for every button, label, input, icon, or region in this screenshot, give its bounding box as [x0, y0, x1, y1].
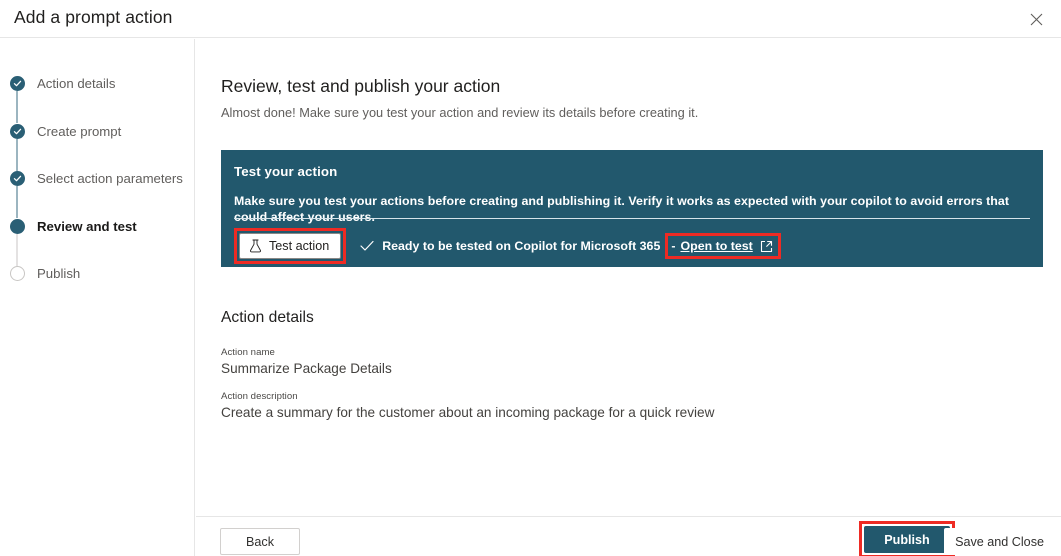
stepper-sidebar: Action details Create prompt: [0, 39, 195, 556]
page-title: Add a prompt action: [14, 7, 173, 28]
step-marker: [8, 123, 26, 139]
action-description-field: Action description Create a summary for …: [221, 391, 714, 420]
flask-icon: [249, 239, 262, 253]
step-pending-icon: [10, 266, 25, 281]
sidebar-item-label: Action details: [37, 75, 115, 92]
stepper-list: Action details Create prompt: [8, 75, 195, 313]
sidebar-item-label: Select action parameters: [37, 170, 183, 187]
action-name-label: Action name: [221, 347, 392, 358]
banner-action-row: Test action Ready to be tested on Copilo…: [234, 232, 781, 260]
sidebar-item-publish[interactable]: Publish: [8, 265, 195, 313]
external-link-icon[interactable]: [760, 240, 773, 253]
test-status-text: Ready to be tested on Copilot for Micros…: [382, 239, 660, 253]
sidebar-item-review-and-test[interactable]: Review and test: [8, 218, 195, 266]
step-connector: [17, 139, 18, 171]
banner-body: Make sure you test your actions before c…: [234, 193, 1030, 225]
step-connector: [17, 234, 18, 266]
separator-dash: -: [671, 239, 675, 253]
test-action-button[interactable]: Test action: [239, 233, 341, 259]
add-prompt-action-dialog: Add a prompt action Acti: [0, 0, 1061, 556]
main-content: Review, test and publish your action Alm…: [196, 39, 1061, 516]
step-marker: [8, 218, 26, 234]
close-button[interactable]: [1019, 3, 1053, 35]
checkmark-icon: [360, 240, 374, 252]
action-description-value: Create a summary for the customer about …: [221, 405, 714, 420]
step-connector: [17, 186, 18, 218]
publish-highlight-box: Publish: [859, 521, 955, 556]
step-connector: [17, 91, 18, 123]
action-description-label: Action description: [221, 391, 714, 402]
publish-button[interactable]: Publish: [864, 526, 950, 553]
open-to-test-link[interactable]: Open to test: [680, 239, 752, 253]
sidebar-item-action-details[interactable]: Action details: [8, 75, 195, 123]
step-marker: [8, 265, 26, 281]
step-marker: [8, 75, 26, 91]
content-subheading: Almost done! Make sure you test your act…: [221, 105, 698, 120]
sidebar-item-create-prompt[interactable]: Create prompt: [8, 123, 195, 171]
sidebar-item-select-action-parameters[interactable]: Select action parameters: [8, 170, 195, 218]
sidebar-item-label: Publish: [37, 265, 80, 282]
sidebar-item-label: Create prompt: [37, 123, 121, 140]
step-complete-icon: [10, 124, 25, 139]
dialog-footer: Back Publish Save and Close: [196, 516, 1061, 556]
step-marker: [8, 170, 26, 186]
test-action-label: Test action: [269, 239, 329, 253]
dialog-header: Add a prompt action: [0, 0, 1061, 38]
sidebar-item-label: Review and test: [37, 218, 137, 235]
step-complete-icon: [10, 76, 25, 91]
content-heading: Review, test and publish your action: [221, 76, 500, 97]
step-complete-icon: [10, 171, 25, 186]
action-name-value: Summarize Package Details: [221, 361, 392, 376]
banner-title: Test your action: [234, 164, 1030, 179]
save-and-close-button[interactable]: Save and Close: [944, 528, 1055, 555]
banner-divider: [234, 218, 1030, 219]
test-action-highlight-box: Test action: [234, 228, 346, 264]
test-your-action-banner: Test your action Make sure you test your…: [221, 150, 1043, 267]
open-to-test-highlight-box: - Open to test: [665, 233, 780, 259]
action-name-field: Action name Summarize Package Details: [221, 347, 392, 376]
back-button[interactable]: Back: [220, 528, 300, 555]
action-details-heading: Action details: [221, 309, 314, 327]
close-icon: [1030, 13, 1043, 26]
step-active-icon: [10, 219, 25, 234]
